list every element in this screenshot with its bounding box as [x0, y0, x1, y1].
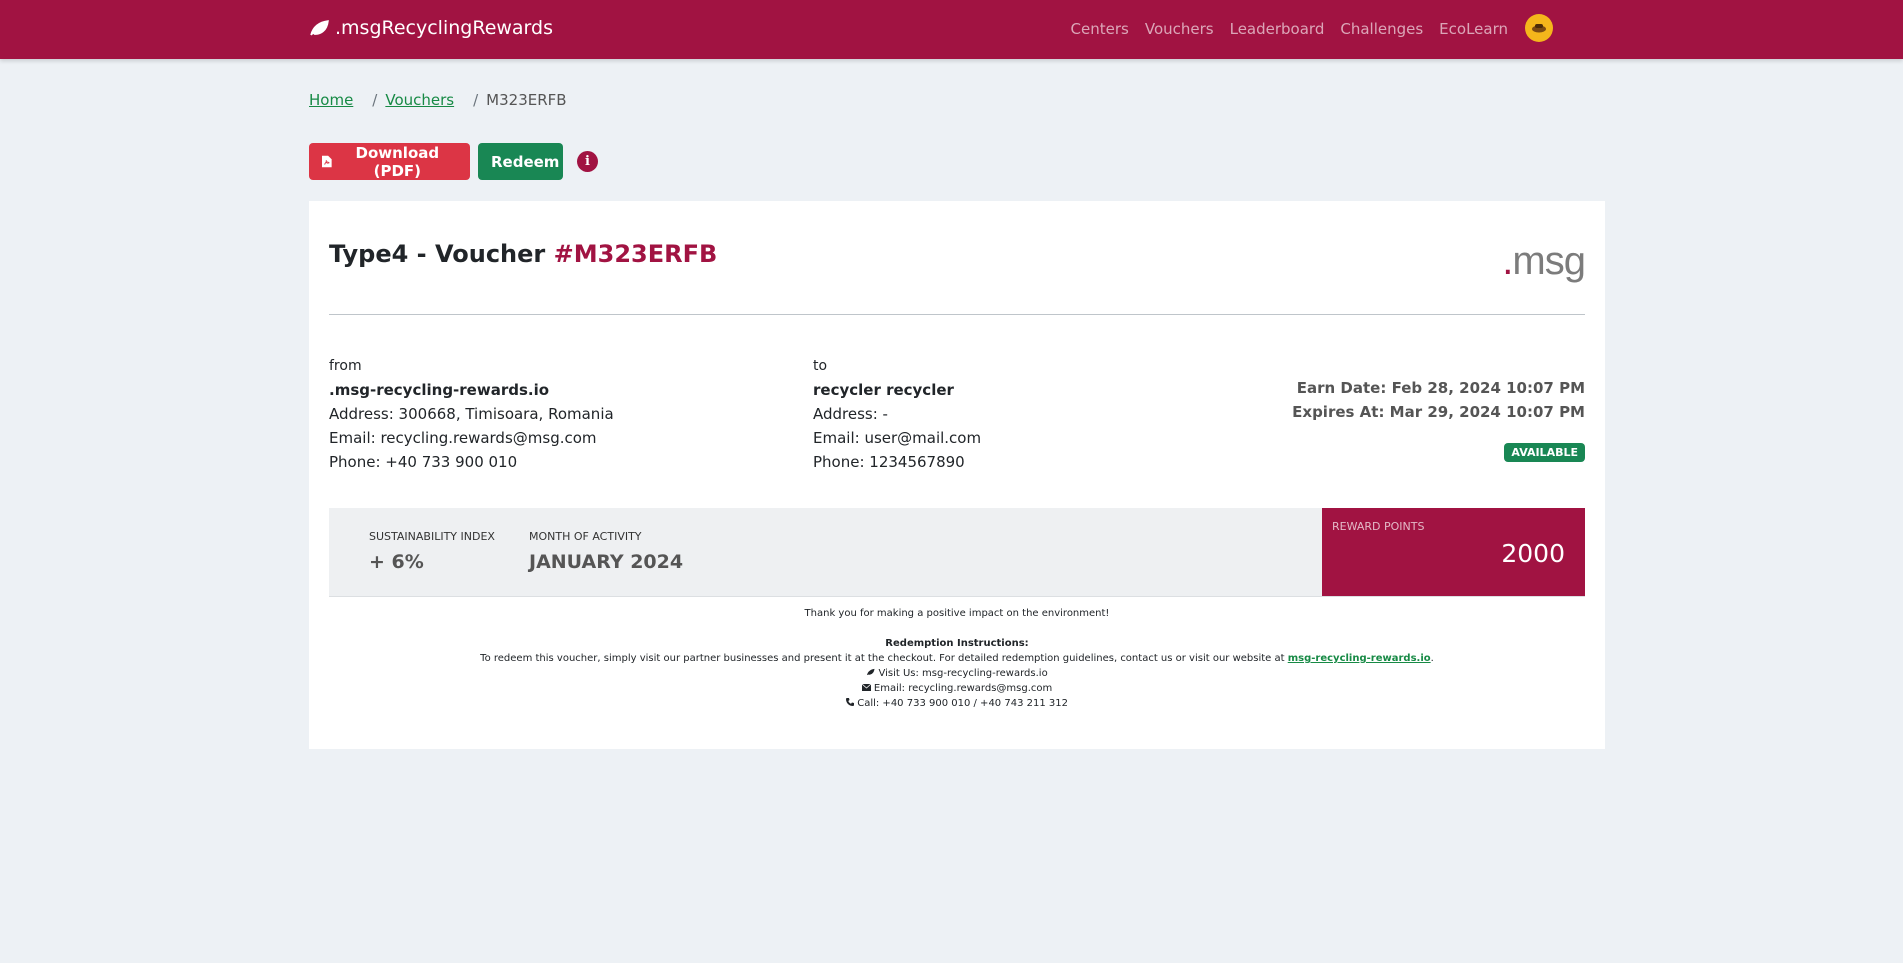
- to-label: to: [813, 358, 828, 374]
- month-label: MONTH OF ACTIVITY: [529, 530, 642, 543]
- to-name: recycler recycler: [813, 381, 954, 399]
- brand-link[interactable]: .msgRecyclingRewards: [309, 17, 553, 39]
- month-stat: MONTH OF ACTIVITY JANUARY 2024: [529, 530, 683, 573]
- title-divider: [329, 314, 1585, 315]
- envelope-icon: [861, 683, 871, 691]
- download-pdf-label: Download (PDF): [355, 143, 440, 180]
- from-label: from: [329, 358, 362, 374]
- msg-logo-dot: .: [1502, 239, 1513, 283]
- to-party: to recycler recycler Address: - Email: u…: [813, 354, 981, 474]
- voucher-footer: Thank you for making a positive impact o…: [329, 606, 1585, 711]
- avatar-icon: [1532, 24, 1546, 33]
- month-value: JANUARY 2024: [529, 551, 684, 573]
- download-pdf-button[interactable]: Download (PDF): [309, 143, 470, 180]
- email-text: Email: recycling.rewards@msg.com: [873, 683, 1053, 694]
- breadcrumb-vouchers[interactable]: Vouchers: [385, 91, 454, 109]
- leaf-icon: [310, 20, 329, 36]
- from-email: Email: recycling.rewards@msg.com: [329, 429, 597, 447]
- voucher-card: Type4 - Voucher #M323ERFB .msg from .msg…: [309, 201, 1605, 749]
- breadcrumb-home[interactable]: Home: [309, 91, 353, 109]
- reward-points-box: REWARD POINTS 2000: [1322, 508, 1585, 596]
- visit-line: Visit Us: msg-recycling-rewards.io: [329, 666, 1585, 681]
- breadcrumb-current: M323ERFB: [486, 91, 567, 109]
- nav-links: Centers Vouchers Leaderboard Challenges …: [1055, 14, 1553, 42]
- info-icon[interactable]: i: [577, 151, 598, 172]
- to-phone: Phone: 1234567890: [813, 453, 965, 471]
- sustainability-stat: SUSTAINABILITY INDEX + 6%: [369, 530, 495, 573]
- expires-at: Expires At: Mar 29, 2024 10:07 PM: [1292, 403, 1585, 421]
- from-phone: Phone: +40 733 900 010: [329, 453, 518, 471]
- breadcrumb: Home / Vouchers / M323ERFB: [309, 91, 1605, 109]
- from-party: from .msg-recycling-rewards.io Address: …: [329, 354, 614, 474]
- breadcrumb-separator: /: [372, 91, 378, 109]
- voucher-dates: Earn Date: Feb 28, 2024 10:07 PM Expires…: [1292, 376, 1585, 424]
- sustainability-value: + 6%: [369, 551, 424, 573]
- brand-name: .msgRecyclingRewards: [335, 17, 553, 39]
- nav-link-ecolearn[interactable]: EcoLearn: [1439, 20, 1508, 38]
- breadcrumb-separator: /: [473, 91, 479, 109]
- thanks-message: Thank you for making a positive impact o…: [804, 608, 1110, 619]
- user-avatar[interactable]: [1525, 14, 1553, 42]
- instructions-title: Redemption Instructions:: [885, 638, 1029, 649]
- voucher-title-prefix: Type4 - Voucher: [329, 240, 554, 268]
- nav-link-centers[interactable]: Centers: [1071, 20, 1129, 38]
- top-navbar: .msgRecyclingRewards Centers Vouchers Le…: [0, 0, 1903, 59]
- msg-logo-text: msg: [1512, 239, 1586, 283]
- phone-icon: [846, 698, 855, 706]
- from-address: Address: 300668, Timisoara, Romania: [329, 405, 614, 423]
- instructions-text: To redeem this voucher, simply visit our…: [329, 651, 1585, 666]
- instructions-body: To redeem this voucher, simply visit our…: [480, 653, 1288, 664]
- to-address: Address: -: [813, 405, 888, 423]
- nav-link-challenges[interactable]: Challenges: [1340, 20, 1423, 38]
- call-text: Call: +40 733 900 010 / +40 743 211 312: [857, 698, 1068, 709]
- status-badge: AVAILABLE: [1504, 443, 1585, 462]
- leaf-icon: [867, 668, 875, 676]
- file-pdf-icon: [322, 155, 332, 168]
- website-link[interactable]: msg-recycling-rewards.io: [1288, 653, 1431, 664]
- voucher-code: #M323ERFB: [553, 240, 718, 268]
- msg-logo: .msg: [1502, 239, 1586, 284]
- earn-date: Earn Date: Feb 28, 2024 10:07 PM: [1296, 379, 1585, 397]
- reward-points-label: REWARD POINTS: [1332, 520, 1425, 533]
- call-line: Call: +40 733 900 010 / +40 743 211 312: [329, 696, 1585, 711]
- email-line: Email: recycling.rewards@msg.com: [329, 681, 1585, 696]
- voucher-actions: Download (PDF) Redeem i: [309, 143, 1605, 180]
- from-name: .msg-recycling-rewards.io: [329, 381, 550, 399]
- voucher-title: Type4 - Voucher #M323ERFB: [329, 240, 717, 268]
- nav-link-leaderboard[interactable]: Leaderboard: [1230, 20, 1325, 38]
- redeem-button[interactable]: Redeem: [478, 143, 563, 180]
- to-email: Email: user@mail.com: [813, 429, 982, 447]
- sustainability-label: SUSTAINABILITY INDEX: [369, 530, 495, 543]
- visit-text: Visit Us: msg-recycling-rewards.io: [878, 668, 1048, 679]
- reward-points-value: 2000: [1501, 539, 1565, 568]
- nav-link-vouchers[interactable]: Vouchers: [1145, 20, 1214, 38]
- voucher-stats: SUSTAINABILITY INDEX + 6% MONTH OF ACTIV…: [329, 508, 1585, 597]
- instructions-end: .: [1430, 653, 1434, 664]
